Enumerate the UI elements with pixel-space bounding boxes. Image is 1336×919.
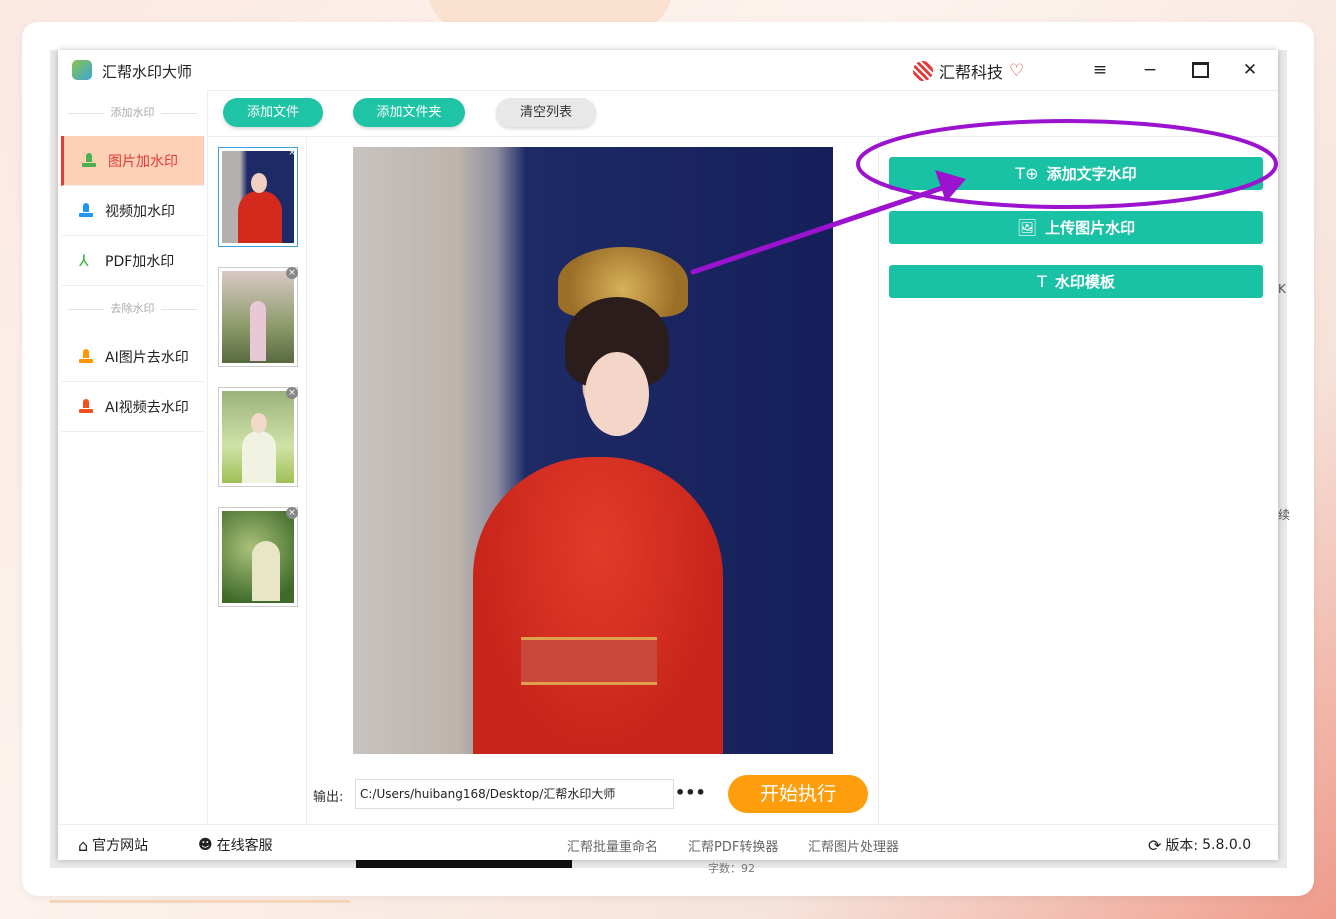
refresh-icon[interactable]: ⟳ (1148, 836, 1161, 855)
watermark-template-button[interactable]: T 水印模板 (889, 265, 1263, 298)
add-text-watermark-label: 添加文字水印 (1046, 165, 1137, 183)
image-icon: 🖼 (1016, 218, 1038, 237)
remove-thumbnail-icon[interactable]: × (286, 267, 298, 279)
add-folder-button[interactable]: 添加文件夹 (353, 98, 465, 127)
remove-thumbnail-icon[interactable]: × (286, 507, 298, 519)
preview-figure-belt (521, 637, 657, 685)
sidebar-item-pdf-watermark[interactable]: ⅄ PDF加水印 (61, 236, 204, 286)
pdf-converter-link[interactable]: 汇帮PDF转换器 (688, 836, 778, 855)
thumbnail-item[interactable]: × (218, 267, 298, 367)
preview-figure-face (585, 352, 649, 436)
headset-icon: ☻ (198, 837, 213, 853)
text-icon: T (1037, 272, 1047, 291)
app-logo-icon (72, 60, 92, 80)
version-label: 版本: (1165, 838, 1199, 854)
title-bar: 汇帮水印大师 汇帮科技 ♡ ≡ − ✕ (58, 50, 1278, 91)
remove-thumbnail-icon[interactable]: × (286, 147, 298, 159)
output-path-field[interactable]: C:/Users/huibang168/Desktop/汇帮水印大师 (355, 779, 674, 809)
sidebar-item-ai-image-remove[interactable]: AI图片去水印 (61, 332, 204, 382)
stamp-icon (82, 152, 96, 169)
upload-image-watermark-button[interactable]: 🖼 上传图片水印 (889, 211, 1263, 244)
upload-image-watermark-label: 上传图片水印 (1045, 219, 1136, 237)
remove-thumbnail-icon[interactable]: × (286, 387, 298, 399)
thumbnail-image (222, 151, 294, 243)
app-title: 汇帮水印大师 (102, 63, 193, 81)
stamp-icon (79, 398, 93, 415)
image-preview (353, 147, 833, 754)
sidebar-item-label: 图片加水印 (108, 153, 178, 170)
minimize-icon[interactable]: − (1136, 58, 1164, 82)
section-remove-watermark: 去除水印 (58, 286, 207, 332)
output-label: 输出: (313, 790, 344, 805)
text-add-icon: T⊕ (1015, 164, 1039, 183)
thumbnail-image (222, 511, 294, 603)
heart-icon: ♡ (1009, 61, 1025, 81)
image-processor-link[interactable]: 汇帮图片处理器 (808, 836, 899, 855)
section-add-watermark: 添加水印 (58, 90, 207, 136)
sidebar-item-ai-video-remove[interactable]: AI视频去水印 (61, 382, 204, 432)
brand-name: 汇帮科技 (939, 63, 1004, 82)
official-website-label: 官方网站 (92, 838, 149, 854)
thumbnail-image (222, 271, 294, 363)
stamp-icon (79, 202, 93, 219)
clear-list-button[interactable]: 清空列表 (496, 98, 596, 127)
thumbnail-item[interactable]: × (218, 507, 298, 607)
sidebar-item-image-watermark[interactable]: 图片加水印 (61, 136, 204, 186)
brand[interactable]: 汇帮科技 ♡ (913, 59, 1024, 83)
thumbnail-image (222, 391, 294, 483)
right-panel: T⊕ 添加文字水印 🖼 上传图片水印 T 水印模板 (878, 137, 1278, 824)
version-number: 5.8.0.0 (1202, 837, 1252, 853)
thumbnail-list: × × × × (208, 137, 307, 824)
version-info: ⟳ 版本: 5.8.0.0 (1148, 835, 1251, 855)
stamp-icon (79, 348, 93, 365)
background-word-count: 字数：92 (708, 862, 755, 875)
browse-more-button[interactable]: ••• (675, 783, 706, 802)
batch-rename-link[interactable]: 汇帮批量重命名 (567, 836, 658, 855)
close-icon[interactable]: ✕ (1236, 58, 1264, 82)
thumbnail-item[interactable]: × (218, 387, 298, 487)
sidebar-item-label: PDF加水印 (105, 253, 175, 270)
thumbnail-item[interactable]: × (218, 147, 298, 247)
watermark-template-label: 水印模板 (1054, 273, 1115, 291)
sidebar-item-label: AI视频去水印 (105, 399, 189, 416)
app-window: 汇帮水印大师 汇帮科技 ♡ ≡ − ✕ 添加水印 图片加水印 视频加水印 ⅄ P… (58, 50, 1278, 860)
add-text-watermark-button[interactable]: T⊕ 添加文字水印 (889, 157, 1263, 190)
bottom-bar: ⌂ 官方网站 ☻ 在线客服 汇帮批量重命名 汇帮PDF转换器 汇帮图片处理器 ⟳… (58, 824, 1278, 860)
brand-logo-icon (913, 61, 933, 81)
preview-figure-dress (473, 457, 723, 754)
home-icon: ⌂ (78, 835, 89, 855)
online-support-label: 在线客服 (216, 838, 273, 854)
maximize-icon[interactable] (1186, 58, 1214, 82)
official-website-link[interactable]: ⌂ 官方网站 (78, 835, 148, 855)
background-text-fragment: 续 (1278, 508, 1291, 522)
sidebar-item-label: AI图片去水印 (105, 349, 189, 366)
toolbar: 添加文件 添加文件夹 清空列表 (208, 90, 1278, 137)
sidebar-item-label: 视频加水印 (105, 203, 175, 220)
add-file-button[interactable]: 添加文件 (223, 98, 323, 127)
start-button[interactable]: 开始执行 (728, 775, 868, 813)
pdf-icon: ⅄ (79, 250, 89, 270)
sidebar-item-video-watermark[interactable]: 视频加水印 (61, 186, 204, 236)
online-support-link[interactable]: ☻ 在线客服 (198, 835, 273, 855)
background-text-fragment: K (1278, 282, 1286, 296)
decorative-line (50, 900, 350, 903)
sidebar: 添加水印 图片加水印 视频加水印 ⅄ PDF加水印 去除水印 AI图片去水印 A… (58, 90, 208, 824)
menu-icon[interactable]: ≡ (1086, 58, 1114, 82)
